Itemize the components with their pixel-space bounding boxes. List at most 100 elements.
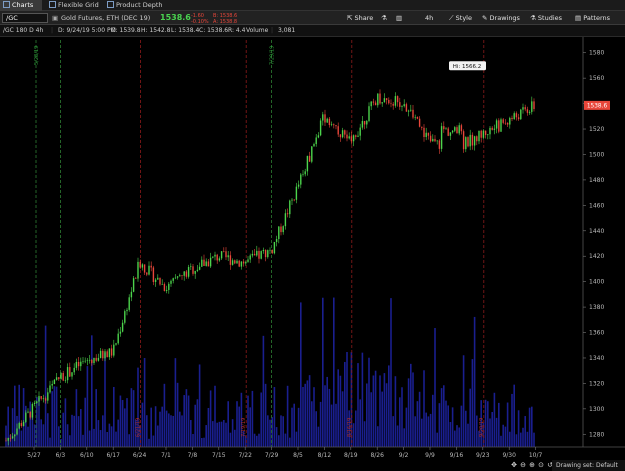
candle <box>47 387 49 404</box>
candle <box>106 349 108 358</box>
y-tick-label: 1340 <box>589 355 604 362</box>
compare-icon[interactable]: ▥ <box>396 11 402 25</box>
tab-product-depth[interactable]: Product Depth <box>104 0 166 11</box>
zoom-out-icon[interactable]: ⊖ <box>520 461 526 469</box>
volume-bar <box>372 375 375 447</box>
volume-bar <box>196 399 199 447</box>
candle <box>113 339 115 358</box>
volume-bar <box>383 373 386 447</box>
tab-flexible-grid[interactable]: Flexible Grid <box>46 0 102 11</box>
volume-bar <box>128 434 130 447</box>
volume-bar <box>366 383 368 447</box>
volume-bar <box>11 408 14 447</box>
volume-bar <box>231 419 234 447</box>
x-tick-label: 6/17 <box>106 452 120 459</box>
timeframe-button[interactable]: 4h <box>425 11 433 25</box>
volume-bar <box>27 426 29 447</box>
volume-bar <box>260 392 262 447</box>
candle <box>165 285 168 294</box>
candle <box>185 269 188 279</box>
style-icon: ⟋ <box>449 14 454 22</box>
volume-bar <box>436 432 438 447</box>
candle <box>53 378 56 385</box>
volume-bar <box>106 432 108 447</box>
candle <box>458 122 460 136</box>
candle <box>88 354 91 364</box>
candle <box>218 256 221 262</box>
drawings-button[interactable]: ✎ Drawings <box>482 11 520 25</box>
drawing-set[interactable]: Drawing set: Default <box>552 460 625 471</box>
candle <box>20 420 23 428</box>
candle <box>238 259 240 268</box>
volume-bar <box>465 410 467 447</box>
x-tick-label: 8/26 <box>370 452 384 459</box>
volume-bar <box>462 355 465 447</box>
candle <box>372 98 375 106</box>
volume-bar <box>113 386 115 447</box>
volume-bar <box>119 395 122 447</box>
candle <box>75 358 78 371</box>
zoom-fit-icon[interactable]: ⊙ <box>538 461 544 469</box>
volume-bar <box>49 437 51 447</box>
candle <box>124 309 126 325</box>
tab-charts[interactable]: Charts <box>0 0 42 11</box>
candle <box>295 182 298 204</box>
volume-bar <box>388 365 390 447</box>
volume-bar <box>234 429 236 447</box>
volume-bar <box>64 398 67 447</box>
volume-bar <box>528 407 531 447</box>
candle <box>346 130 348 142</box>
patterns-button[interactable]: ▤ Patterns <box>575 11 610 25</box>
share-button[interactable]: ⇱ Share <box>347 11 373 25</box>
candle <box>33 400 36 407</box>
candle <box>73 363 75 375</box>
volume-bar <box>423 370 425 447</box>
y-tick-label: 1300 <box>589 406 604 413</box>
candle <box>335 125 337 130</box>
volume-bar <box>467 423 469 447</box>
volume-bar <box>108 423 111 447</box>
chart-info-bar: /GC 180 D 4h | D: 9/24/19 5:00 PM O: 153… <box>0 25 625 37</box>
volume-bar <box>212 421 214 447</box>
candle <box>201 256 203 267</box>
volume-bar <box>190 420 192 447</box>
volume-bar <box>399 397 401 447</box>
candle <box>216 253 218 264</box>
flask-icon[interactable]: ⚗ <box>381 11 387 25</box>
candle <box>313 142 315 147</box>
bar-low: L: 1538.4 <box>171 27 200 34</box>
candle <box>359 123 361 141</box>
volume-bar <box>330 404 333 447</box>
volume-bar <box>75 389 78 447</box>
drag-icon[interactable]: ✥ <box>511 461 517 469</box>
candle <box>348 132 350 140</box>
candle <box>236 259 238 264</box>
volume-bar <box>95 389 97 447</box>
candle <box>231 258 234 266</box>
candle <box>363 120 366 130</box>
price-chart[interactable]: 5/28/19 7/29/19 6/21/19 7/19/19 8/16/19 9/20/… <box>0 37 625 471</box>
studies-button[interactable]: ⚗ Studies <box>530 11 562 25</box>
symbol-input[interactable]: /GC <box>2 13 48 23</box>
volume-bar <box>476 415 478 447</box>
volume-bar <box>335 403 337 447</box>
style-button[interactable]: ⟋ Style <box>449 11 472 25</box>
zoom-in-icon[interactable]: ⊕ <box>529 461 535 469</box>
candle <box>240 261 243 270</box>
bar-date: D: 9/24/19 5:00 PM <box>58 27 116 34</box>
volume-bar <box>324 385 326 447</box>
volume-bar <box>333 297 335 447</box>
candle <box>212 256 214 259</box>
candle <box>495 118 498 134</box>
volume-bar <box>179 411 181 447</box>
candle <box>370 101 372 111</box>
x-tick-label: 6/10 <box>80 452 94 459</box>
bar-high: H: 1542.8 <box>141 27 171 34</box>
volume-bar <box>47 413 49 447</box>
volume-bar <box>176 382 179 447</box>
candle <box>449 132 452 141</box>
x-tick-label: 7/29 <box>265 452 279 459</box>
bar-close: C: 1538.6 <box>199 27 229 34</box>
candle <box>405 102 408 112</box>
candle <box>509 116 511 129</box>
